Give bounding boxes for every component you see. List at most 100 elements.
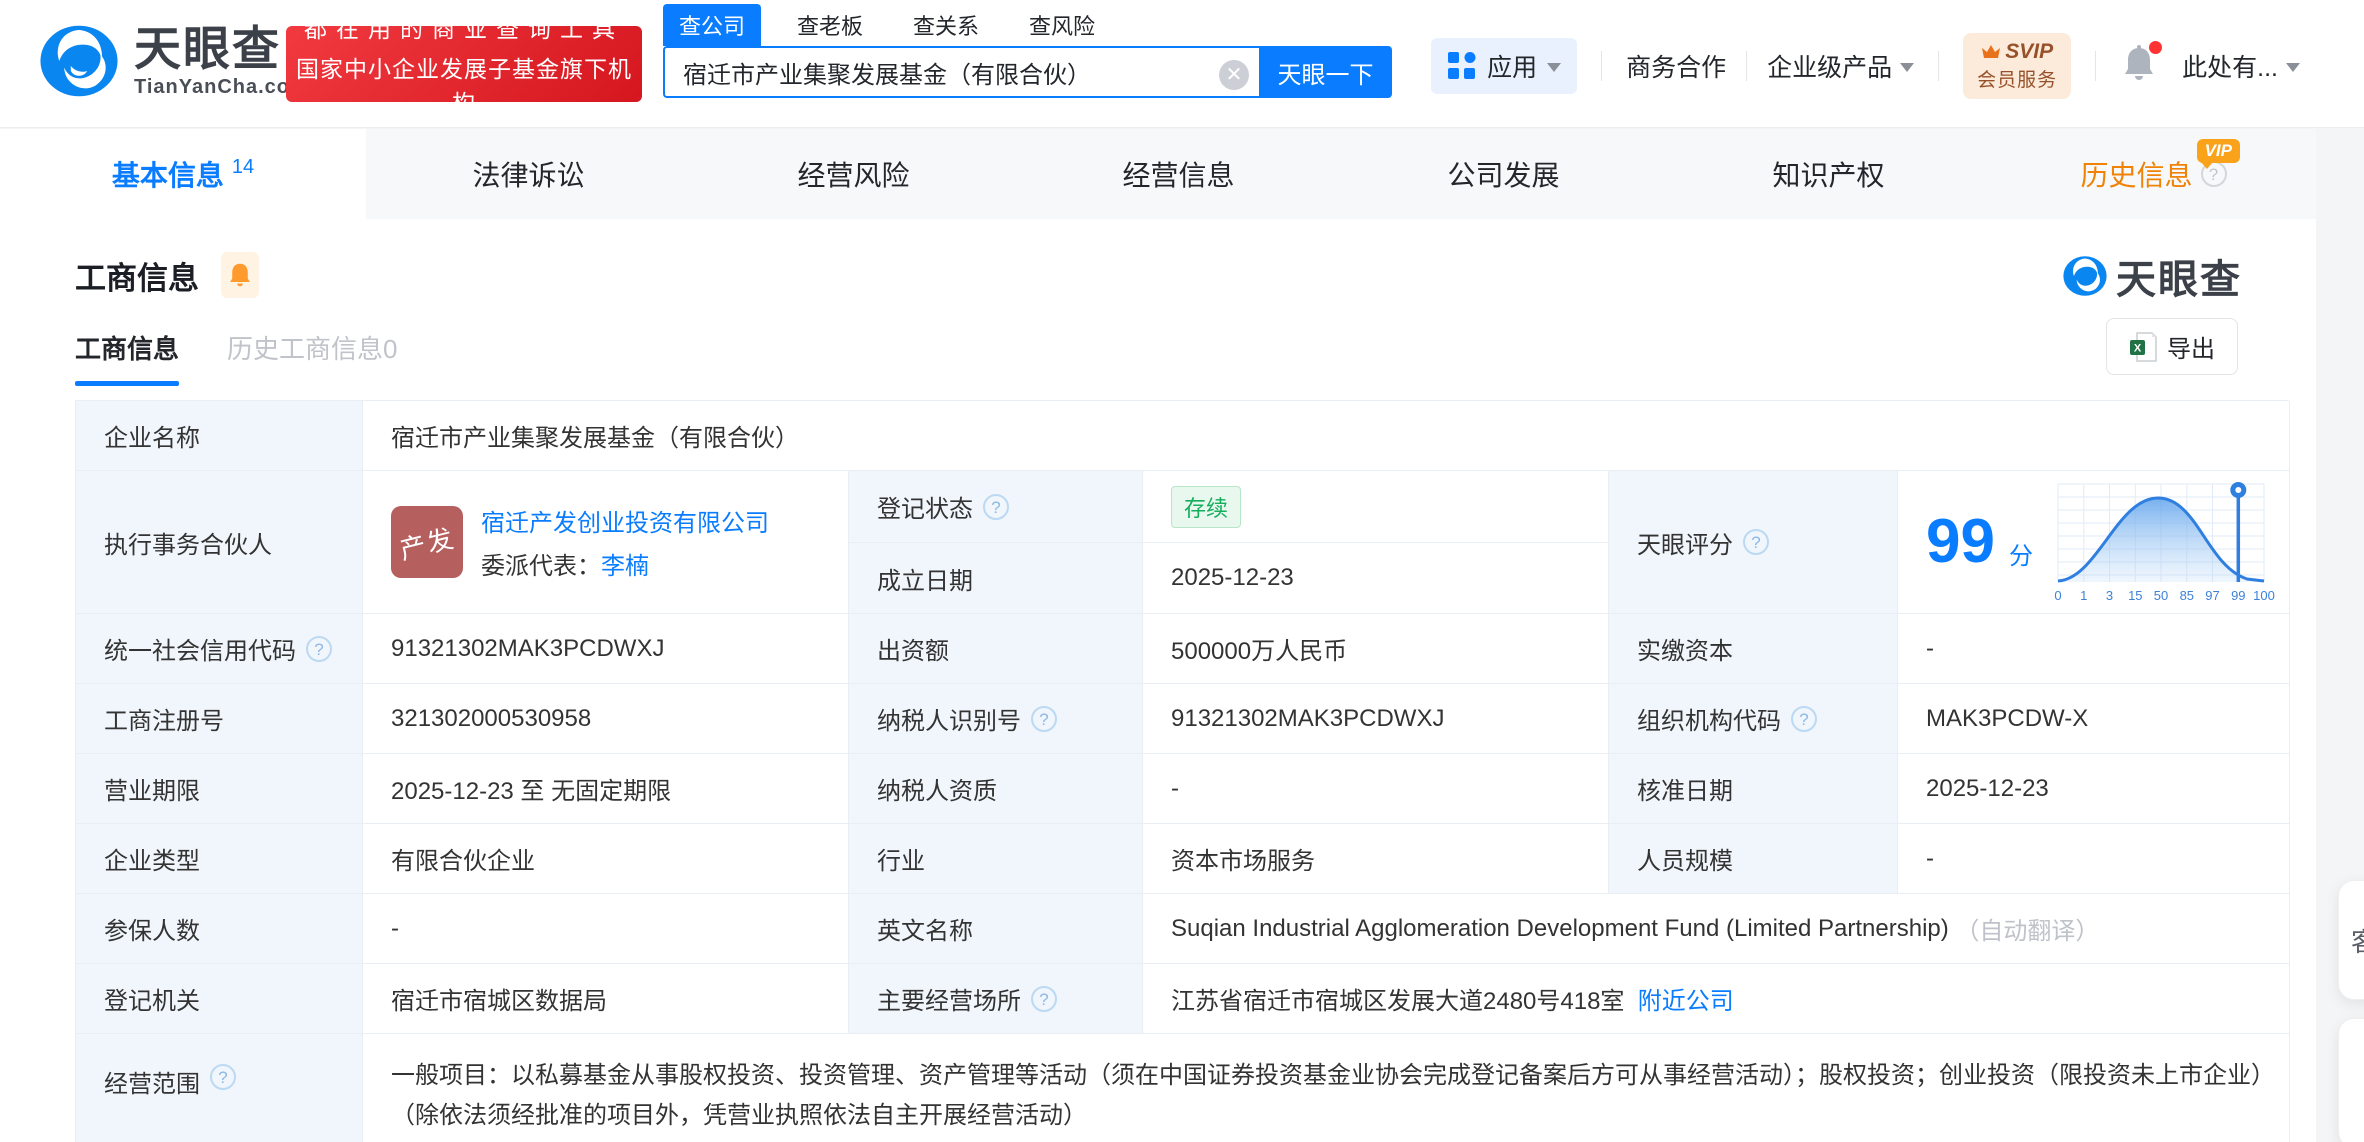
slogan-banner: 都在用的商业查询工具 国家中小企业发展子基金旗下机构 <box>286 16 642 116</box>
field-label: 英文名称 <box>849 894 1143 964</box>
business-scope-value: 一般项目：以私募基金从事股权投资、投资管理、资产管理等活动（须在中国证券投资基金… <box>363 1034 2290 1142</box>
apps-menu-button[interactable]: 应用 <box>1431 38 1578 94</box>
field-label: 出资额 <box>849 614 1143 684</box>
help-icon[interactable]: ? <box>1031 705 1057 732</box>
registration-authority-value: 宿迁市宿城区数据局 <box>363 964 849 1034</box>
score-number: 99 <box>1926 507 1995 576</box>
export-button[interactable]: X 导出 <box>2106 318 2238 375</box>
field-label: 实缴资本 <box>1609 614 1898 684</box>
tab-intellectual-property[interactable]: 知识产权 <box>1666 129 1991 219</box>
establish-date-value: 2025-12-23 <box>1143 543 1609 614</box>
apps-label: 应用 <box>1487 54 1538 82</box>
score-value: 99 分 0 1 3 15 50 85 97 99 100 <box>1898 471 2290 614</box>
help-icon[interactable]: ? <box>1743 529 1769 555</box>
tab-basic-info[interactable]: 基本信息 14 <box>0 129 366 219</box>
business-info-table: 企业名称 宿迁市产业集聚发展基金（有限合伙） 执行事务合伙人 产发 宿迁产发创业… <box>75 400 2290 1142</box>
search-tab-boss[interactable]: 查老板 <box>783 4 877 46</box>
insured-count-value: - <box>363 894 849 964</box>
search-tabs: 查公司 查老板 查关系 查风险 <box>663 4 1392 46</box>
industry-value: 资本市场服务 <box>1143 824 1609 894</box>
tianyancha-logo-icon <box>2063 256 2107 296</box>
customer-service-widget[interactable]: 客 <box>2338 880 2364 1000</box>
svg-text:15: 15 <box>2128 588 2142 603</box>
search-tab-relation[interactable]: 查关系 <box>899 4 993 46</box>
search-input[interactable] <box>663 46 1259 98</box>
floating-widget[interactable] <box>2338 1018 2364 1142</box>
field-label: 行业 <box>849 824 1143 894</box>
customer-service-label: 客 <box>2351 922 2364 959</box>
field-label: 参保人数 <box>76 894 363 964</box>
taxpayer-id-value: 91321302MAK3PCDWXJ <box>1143 684 1609 754</box>
section-title: 工商信息 <box>75 260 199 296</box>
search-clear-icon[interactable]: ✕ <box>1219 60 1249 90</box>
company-tabbar: 基本信息 14 法律诉讼 经营风险 经营信息 公司发展 知识产权 VIP 历史信… <box>0 129 2316 219</box>
svg-text:1: 1 <box>2080 588 2087 603</box>
svg-text:100: 100 <box>2253 588 2275 603</box>
search-button[interactable]: 天眼一下 <box>1259 46 1392 98</box>
score-distribution-chart: 0 1 3 15 50 85 97 99 100 <box>2054 482 2275 603</box>
enterprise-products-label: 企业级产品 <box>1767 54 1893 82</box>
tab-operation-info[interactable]: 经营信息 <box>1016 129 1341 219</box>
credit-code-value: 91321302MAK3PCDWXJ <box>363 614 849 684</box>
subscribe-bell-button[interactable] <box>221 252 259 298</box>
business-cooperation-link[interactable]: 商务合作 <box>1626 48 1726 84</box>
company-name-value: 宿迁市产业集聚发展基金（有限合伙） <box>363 401 2290 471</box>
tab-legal[interactable]: 法律诉讼 <box>366 129 691 219</box>
tab-operation-risk[interactable]: 经营风险 <box>691 129 1016 219</box>
divider <box>2095 51 2097 81</box>
watermark-text: 天眼查 <box>2116 258 2242 302</box>
help-icon[interactable]: ? <box>1031 985 1057 1012</box>
subtab-business-info[interactable]: 工商信息 <box>75 329 180 386</box>
field-label: 登记状态? <box>849 471 1143 543</box>
field-label: 纳税人识别号? <box>849 684 1143 754</box>
caret-down-icon <box>1547 63 1562 72</box>
help-icon[interactable]: ? <box>1791 705 1817 732</box>
representative-line: 委派代表：李楠 <box>481 546 769 581</box>
field-label: 企业类型 <box>76 824 363 894</box>
partner-logo[interactable]: 产发 <box>391 506 463 578</box>
subtab-history-business-info[interactable]: 历史工商信息0 <box>227 329 397 386</box>
logo-brand: 天眼查 <box>134 21 281 75</box>
help-icon[interactable]: ? <box>306 635 332 662</box>
field-label: 主要经营场所? <box>849 964 1143 1034</box>
bell-icon <box>230 263 250 287</box>
partner-value: 产发 宿迁产发创业投资有限公司 委派代表：李楠 <box>363 471 849 614</box>
help-icon[interactable]: ? <box>983 493 1009 520</box>
user-menu[interactable]: 此处有... <box>2182 48 2300 84</box>
notifications-button[interactable] <box>2122 40 2163 88</box>
page: 天眼查 TianYanCha.com 都在用的商业查询工具 国家中小企业发展子基… <box>0 0 2364 1142</box>
field-label: 执行事务合伙人 <box>76 471 363 614</box>
search-tab-company[interactable]: 查公司 <box>663 4 762 46</box>
field-label: 人员规模 <box>1609 824 1898 894</box>
tab-label: 历史信息 <box>2080 160 2193 191</box>
enterprise-products-link[interactable]: 企业级产品 <box>1767 48 1915 84</box>
field-label: 统一社会信用代码? <box>76 614 363 684</box>
representative-link[interactable]: 李楠 <box>601 553 649 580</box>
svip-member-button[interactable]: SVIP 会员服务 <box>1963 33 2072 99</box>
export-label: 导出 <box>2167 336 2215 363</box>
caret-down-icon <box>2286 63 2300 72</box>
staff-size-value: - <box>1898 824 2290 894</box>
help-icon[interactable]: ? <box>210 1064 236 1090</box>
tab-history-info[interactable]: VIP 历史信息 ? <box>1991 129 2316 219</box>
company-type-value: 有限合伙企业 <box>363 824 849 894</box>
field-label: 营业期限 <box>76 754 363 824</box>
watermark-logo: 天眼查 <box>2062 247 2242 305</box>
subtab-count: 0 <box>383 334 398 364</box>
search-area: 查公司 查老板 查关系 查风险 ✕ 天眼一下 <box>663 4 1392 98</box>
caret-down-icon <box>1900 63 1915 72</box>
address-value: 江苏省宿迁市宿城区发展大道2480号418室 附近公司 <box>1143 964 2290 1034</box>
business-term-value: 2025-12-23 至 无固定期限 <box>363 754 849 824</box>
english-name-value: Suqian Industrial Agglomeration Developm… <box>1143 894 2290 964</box>
divider <box>1746 51 1748 81</box>
tianyancha-logo[interactable]: 天眼查 TianYanCha.com <box>38 20 309 102</box>
search-bar: ✕ 天眼一下 <box>663 46 1392 98</box>
search-tab-risk[interactable]: 查风险 <box>1015 4 1109 46</box>
tab-company-development[interactable]: 公司发展 <box>1341 129 1666 219</box>
taxpayer-qualification-value: - <box>1143 754 1609 824</box>
field-label: 核准日期 <box>1609 754 1898 824</box>
registration-number-value: 321302000530958 <box>363 684 849 754</box>
user-menu-label: 此处有... <box>2182 54 2278 82</box>
nearby-companies-link[interactable]: 附近公司 <box>1638 981 1734 1016</box>
partner-company-link[interactable]: 宿迁产发创业投资有限公司 <box>481 503 769 538</box>
